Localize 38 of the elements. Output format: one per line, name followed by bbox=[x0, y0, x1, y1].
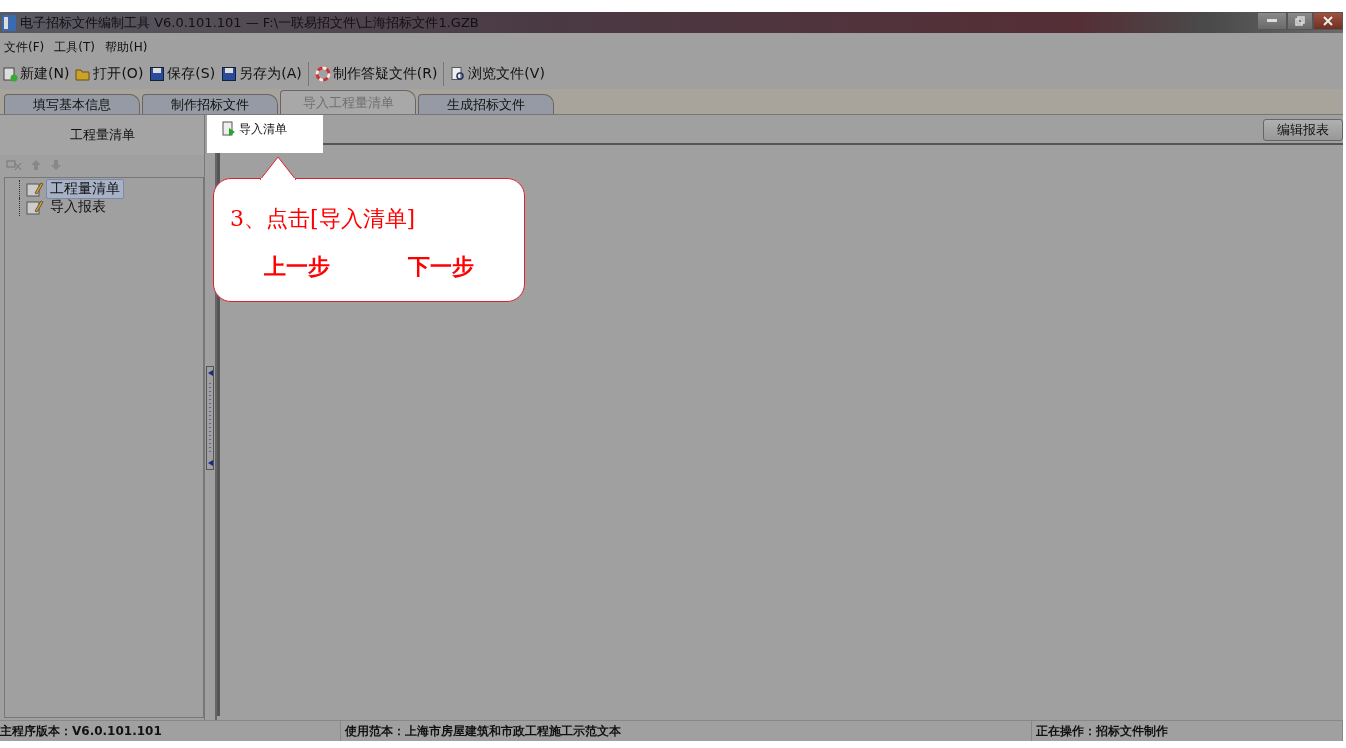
splitter-handle[interactable] bbox=[206, 365, 214, 470]
new-file-icon bbox=[2, 66, 18, 82]
panel-title: 工程量清单 bbox=[0, 115, 204, 155]
edit-report-button[interactable]: 编辑报表 bbox=[1263, 119, 1343, 141]
toolbar-button[interactable]: 制作答疑文件(R) bbox=[314, 65, 438, 83]
menu-item[interactable]: 工具(T) bbox=[54, 39, 95, 59]
minimize-icon bbox=[1267, 19, 1277, 23]
minimize-button[interactable] bbox=[1257, 12, 1287, 30]
menu-item[interactable]: 文件(F) bbox=[4, 39, 45, 59]
toolbar-button[interactable]: 另存为(A) bbox=[221, 65, 302, 83]
toolbar-button[interactable]: 打开(O) bbox=[75, 65, 144, 83]
close-button[interactable] bbox=[1313, 12, 1343, 30]
notepad-pencil-icon bbox=[26, 199, 44, 215]
tree-item[interactable]: 导入报表 bbox=[46, 197, 110, 217]
toolbar-button[interactable]: 新建(N) bbox=[2, 65, 70, 83]
document-play-icon bbox=[221, 121, 237, 137]
status-template: 使用范本：上海市房屋建筑和市政工程施工示范文本 bbox=[341, 721, 1032, 741]
document-magnifier-icon bbox=[450, 66, 467, 82]
tab[interactable]: 制作招标文件 bbox=[142, 94, 278, 114]
tree-item[interactable]: 工程量清单 bbox=[46, 179, 124, 199]
callout-text: 3、点击[导入清单] bbox=[229, 205, 417, 233]
status-operation: 正在操作：招标文件制作 bbox=[1032, 721, 1343, 741]
toolbar-button[interactable]: 浏览文件(V) bbox=[450, 65, 545, 83]
previous-step-button[interactable]: 上一步 bbox=[264, 252, 330, 282]
notepad-pencil-icon bbox=[26, 181, 44, 197]
menu-item[interactable]: 帮助(H) bbox=[104, 39, 148, 59]
import-list-button[interactable]: 导入清单 bbox=[207, 115, 323, 153]
tab[interactable]: 填写基本信息 bbox=[4, 94, 140, 114]
next-step-button[interactable]: 下一步 bbox=[408, 252, 474, 282]
folder-icon bbox=[75, 66, 92, 82]
tab[interactable]: 生成招标文件 bbox=[418, 94, 554, 114]
restore-icon bbox=[1295, 16, 1305, 26]
close-icon bbox=[1323, 16, 1333, 26]
restore-button[interactable] bbox=[1287, 12, 1313, 30]
toolbar-button[interactable]: 保存(S) bbox=[149, 65, 216, 83]
app-icon bbox=[2, 14, 16, 31]
lifebuoy-icon bbox=[314, 66, 331, 82]
status-version: 主程序版本：V6.0.101.101 bbox=[0, 721, 341, 741]
